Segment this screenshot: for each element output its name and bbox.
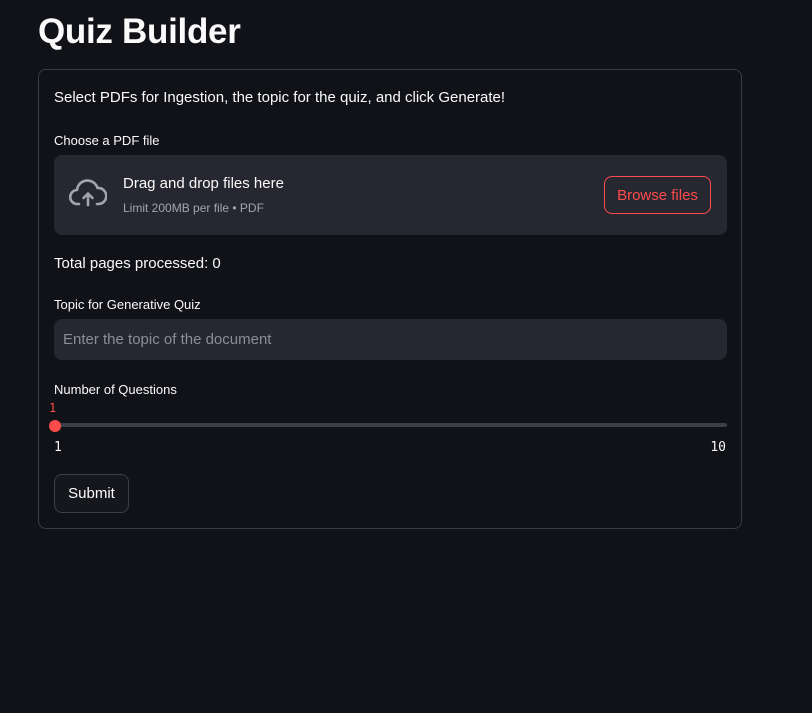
slider-min-label: 1 xyxy=(54,440,62,455)
total-pages-text: Total pages processed: 0 xyxy=(54,255,221,272)
slider-value: 1 xyxy=(49,401,57,415)
questions-slider-track[interactable] xyxy=(54,423,727,427)
dropzone-limit-text: Limit 200MB per file • PDF xyxy=(123,201,264,215)
slider-max-label: 10 xyxy=(710,440,726,455)
quiz-form: Select PDFs for Ingestion, the topic for… xyxy=(38,69,742,529)
topic-input[interactable] xyxy=(54,319,727,360)
file-uploader-label: Choose a PDF file xyxy=(54,133,160,148)
browse-files-button[interactable]: Browse files xyxy=(604,176,711,214)
cloud-upload-icon xyxy=(69,179,107,207)
topic-label: Topic for Generative Quiz xyxy=(54,297,201,312)
submit-button[interactable]: Submit xyxy=(54,474,129,513)
questions-slider-thumb[interactable] xyxy=(49,420,61,432)
file-dropzone[interactable]: Drag and drop files here Limit 200MB per… xyxy=(54,155,727,235)
dropzone-title: Drag and drop files here xyxy=(123,175,284,192)
questions-label: Number of Questions xyxy=(54,382,177,397)
page-title: Quiz Builder xyxy=(38,12,241,51)
form-intro-text: Select PDFs for Ingestion, the topic for… xyxy=(54,89,506,106)
